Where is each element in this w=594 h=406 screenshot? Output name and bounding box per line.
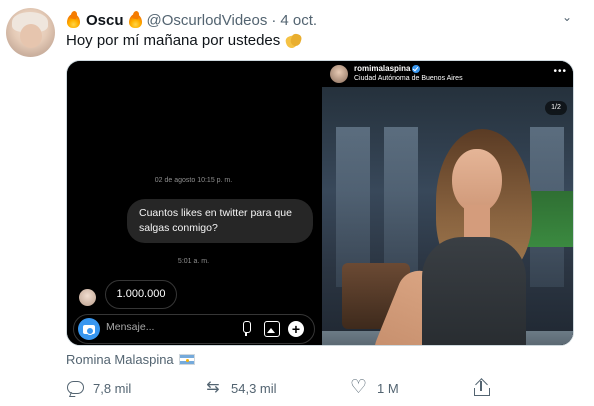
instagram-username: romimalaspina — [354, 64, 421, 73]
tweet-text: Hoy por mí mañana por ustedes — [66, 31, 302, 51]
retweet-icon: ⇆ — [206, 379, 220, 396]
photo-background — [322, 87, 573, 345]
clapping-hands-icon — [284, 32, 302, 50]
instagram-photo[interactable]: romimalaspina Ciudad Autónoma de Buenos … — [322, 61, 573, 345]
like-button[interactable]: 1 M — [350, 376, 399, 400]
camera-icon — [78, 318, 100, 340]
microphone-icon — [240, 321, 252, 337]
instagram-location: Ciudad Autónoma de Buenos Aires — [354, 75, 463, 82]
incoming-message-bubble: Cuantos likes en twitter para que salgas… — [127, 199, 313, 243]
like-count: 1 M — [377, 380, 399, 396]
separator-dot: · — [271, 11, 277, 29]
argentina-flag-icon — [178, 354, 195, 365]
instagram-post-header: romimalaspina Ciudad Autónoma de Buenos … — [322, 61, 573, 87]
more-options-chevron-icon[interactable]: ⌄ — [558, 8, 576, 26]
instagram-avatar — [330, 65, 348, 83]
author-handle[interactable]: @OscurlodVideos — [147, 12, 268, 29]
message-input-placeholder: Mensaje... — [106, 321, 155, 333]
plus-icon: + — [288, 321, 304, 337]
tagged-user-name[interactable]: Romina Malaspina — [66, 352, 174, 367]
tagged-user[interactable]: Romina Malaspina — [66, 352, 195, 367]
reply-count: 7,8 mil — [93, 380, 132, 396]
dm-screenshot[interactable]: 02 de agosto 10:15 p. m. Cuantos likes e… — [67, 61, 320, 345]
tweet: Oscu @OscurlodVideos · 4 oct. ⌄ Hoy por … — [0, 0, 594, 406]
tweet-actions: 7,8 mil ⇆ 54,3 mil 1 M — [0, 376, 594, 400]
dm-message-bar: Mensaje... + — [73, 314, 315, 344]
author-avatar[interactable] — [6, 8, 55, 57]
dm-sender-avatar — [79, 289, 96, 306]
tweet-date[interactable]: 4 oct. — [280, 12, 317, 29]
tweet-text-content: Hoy por mí mañana por ustedes — [66, 32, 281, 49]
retweet-count: 54,3 mil — [231, 380, 277, 396]
tweet-header: Oscu @OscurlodVideos · 4 oct. — [66, 10, 317, 30]
outgoing-message-bubble: 1.000.000 — [105, 280, 177, 309]
reply-icon — [66, 379, 84, 397]
dm-time-stamp: 5:01 a. m. — [177, 258, 210, 265]
more-dots-icon: ••• — [553, 66, 567, 77]
author-name[interactable]: Oscu — [86, 12, 124, 29]
reply-button[interactable]: 7,8 mil — [66, 376, 131, 400]
fire-emoji-icon — [128, 11, 143, 29]
image-counter: 1/2 — [545, 101, 567, 115]
heart-icon — [350, 376, 368, 399]
gallery-icon — [264, 321, 280, 337]
dm-date-stamp: 02 de agosto 10:15 p. m. — [154, 177, 233, 184]
share-button[interactable] — [472, 376, 499, 400]
tweet-media[interactable]: 02 de agosto 10:15 p. m. Cuantos likes e… — [66, 60, 574, 346]
instagram-username-text: romimalaspina — [354, 64, 411, 73]
verified-badge-icon — [412, 64, 421, 73]
share-icon — [472, 378, 490, 397]
retweet-button[interactable]: ⇆ 54,3 mil — [204, 376, 277, 400]
fire-emoji-icon — [66, 11, 81, 29]
